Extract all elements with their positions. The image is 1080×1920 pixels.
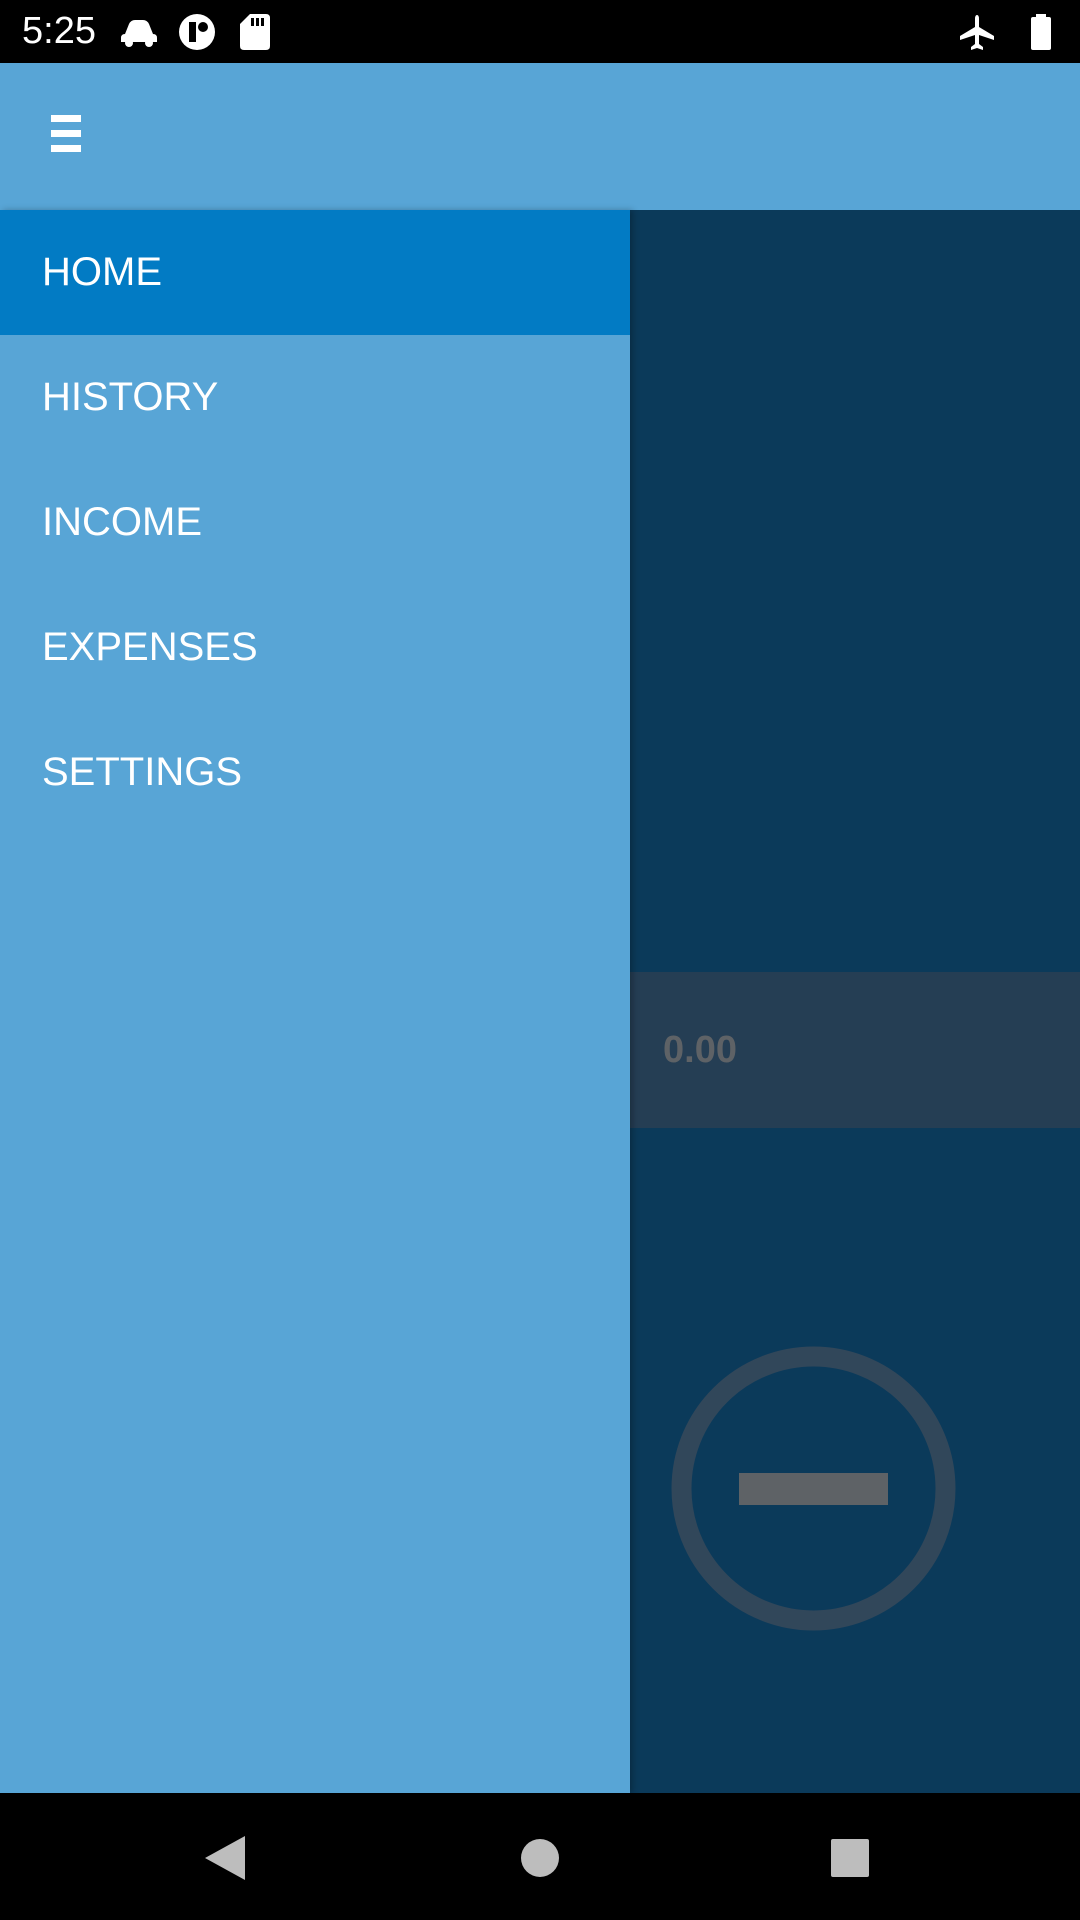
- status-icons-left: [118, 12, 276, 52]
- airplane-mode-icon: [956, 12, 998, 52]
- drawer-item-history[interactable]: HISTORY: [0, 335, 630, 460]
- hamburger-menu-icon[interactable]: [36, 103, 96, 163]
- navigation-drawer: HOME HISTORY INCOME EXPENSES SETTINGS: [0, 210, 630, 1793]
- back-icon[interactable]: [190, 1823, 260, 1893]
- recents-icon[interactable]: [815, 1823, 885, 1893]
- drawer-item-home[interactable]: HOME: [0, 210, 630, 335]
- car-icon: [118, 12, 160, 52]
- drawer-item-label: INCOME: [42, 500, 202, 544]
- status-time: 5:25: [22, 10, 96, 52]
- sync-icon: [176, 12, 218, 52]
- sd-card-icon: [234, 12, 276, 52]
- system-nav-bar: [0, 1793, 1080, 1920]
- drawer-item-settings[interactable]: SETTINGS: [0, 710, 630, 835]
- drawer-item-expenses[interactable]: EXPENSES: [0, 585, 630, 710]
- status-icons-right: [956, 12, 1062, 52]
- home-icon[interactable]: [505, 1823, 575, 1893]
- drawer-item-income[interactable]: INCOME: [0, 460, 630, 585]
- app-bar: [0, 63, 1080, 210]
- drawer-item-label: SETTINGS: [42, 750, 243, 794]
- drawer-item-label: HISTORY: [42, 375, 219, 419]
- status-bar: 5:25: [0, 0, 1080, 63]
- remove-circle-icon[interactable]: [671, 1346, 956, 1631]
- drawer-item-label: HOME: [42, 250, 162, 294]
- battery-icon: [1020, 12, 1062, 52]
- drawer-item-label: EXPENSES: [42, 625, 258, 669]
